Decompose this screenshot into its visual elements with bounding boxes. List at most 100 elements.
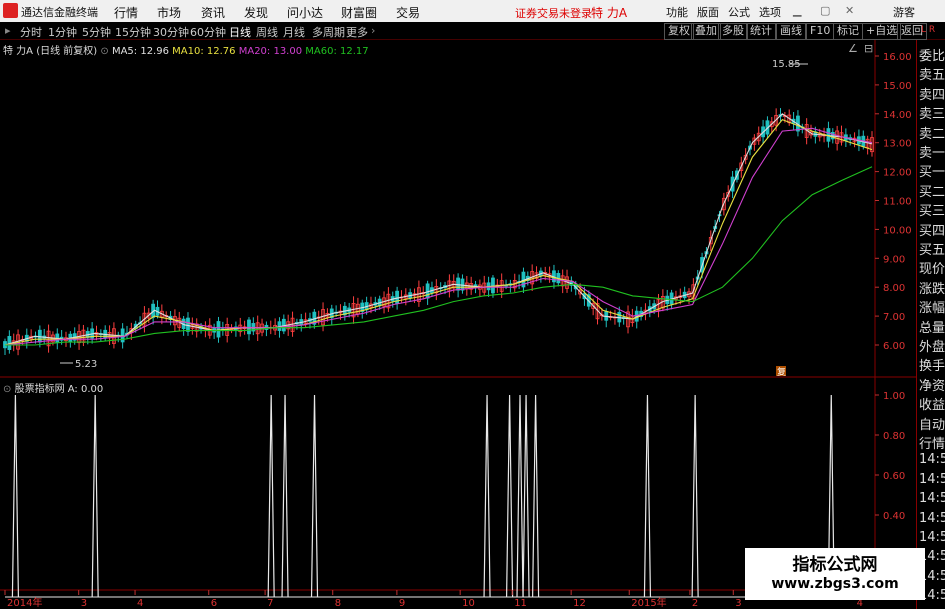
side-panel-item[interactable]: 自动 <box>919 414 945 433</box>
chart-settings-icon[interactable]: ⊙ <box>100 46 108 57</box>
menu-banmian[interactable]: 版面 <box>697 4 719 20</box>
menu-item-caifuquan[interactable]: 财富圈 <box>341 4 377 21</box>
indicator-spike <box>643 394 652 598</box>
candle-body <box>456 277 461 291</box>
time-tick-label: 2 <box>692 598 698 609</box>
chevron-right-icon[interactable]: › <box>371 24 375 37</box>
ma10-label: MA10: 12.76 <box>172 46 236 57</box>
chart-grid <box>0 40 916 591</box>
moving-average-lines <box>4 113 873 346</box>
side-panel-item[interactable]: 卖二 <box>919 123 945 142</box>
period-5min[interactable]: 5分钟 <box>82 24 111 40</box>
watermark-url: www.zbgs3.com <box>771 576 899 592</box>
side-panel-item[interactable]: 外盘 <box>919 336 945 355</box>
side-panel-item[interactable]: 买五 <box>919 239 945 258</box>
side-panel-item[interactable]: 卖五 <box>919 64 945 83</box>
indicator-spike <box>483 394 491 598</box>
price-tick-label: 10.00 <box>883 225 912 236</box>
price-tick-label: 11.00 <box>883 197 912 208</box>
menu-item-wenxiaoda[interactable]: 问小达 <box>287 4 323 21</box>
menu-gongshi[interactable]: 公式 <box>728 4 750 20</box>
side-panel-item[interactable]: 14:5 <box>919 452 945 467</box>
settings-icon[interactable]: ▸ <box>5 24 11 37</box>
side-panel-item[interactable]: 卖一 <box>919 142 945 161</box>
side-panel-item[interactable]: 买四 <box>919 220 945 239</box>
period-30min[interactable]: 30分钟 <box>153 24 189 40</box>
btn-diejia[interactable]: 叠加 <box>691 23 721 40</box>
side-panel-item[interactable]: 买一 <box>919 161 945 180</box>
price-tick-label: 8.00 <box>883 283 905 294</box>
side-panel-item[interactable]: 14:5 <box>919 491 945 506</box>
btn-fuquan[interactable]: 复权 <box>664 23 694 40</box>
menu-item-shichang[interactable]: 市场 <box>157 4 181 21</box>
watermark-title: 指标公式网 <box>792 555 878 575</box>
side-panel-item[interactable]: 委比 <box>919 45 945 64</box>
btn-huaxian[interactable]: 画线 <box>776 23 806 40</box>
period-more[interactable]: 更多 <box>346 24 368 40</box>
period-daily[interactable]: 日线 <box>229 24 251 40</box>
side-panel-item[interactable]: 净资 <box>919 375 945 394</box>
btn-f10[interactable]: F10 <box>806 23 835 40</box>
period-weekly[interactable]: 周线 <box>256 24 278 40</box>
indicator-tick-label: 0.60 <box>883 471 905 482</box>
period-1min[interactable]: 1分钟 <box>48 24 77 40</box>
minimize-icon[interactable]: ▁ <box>793 4 801 17</box>
btn-biaoji[interactable]: 标记 <box>833 23 863 40</box>
stock-name: 特 力A <box>591 6 628 20</box>
price-tick-label: 16.00 <box>883 52 912 63</box>
time-tick-label: 2014年 <box>7 596 42 609</box>
btn-zixuan[interactable]: +自选 <box>862 23 902 40</box>
side-panel-item[interactable]: 现价 <box>919 258 945 277</box>
menu-xuanxiang[interactable]: 选项 <box>759 4 781 20</box>
side-panel-item[interactable]: 卖三 <box>919 103 945 122</box>
menu-item-zixun[interactable]: 资讯 <box>201 4 225 21</box>
period-15min[interactable]: 15分钟 <box>115 24 151 40</box>
indicator-settings-icon[interactable]: ⊙ <box>3 384 11 395</box>
indicator-spike <box>310 394 319 598</box>
menu-item-faxian[interactable]: 发现 <box>244 4 268 21</box>
indicator-spike <box>91 394 99 598</box>
watermark: 指标公式网 www.zbgs3.com <box>745 548 925 600</box>
close-window-icon[interactable]: ✕ <box>845 4 854 17</box>
sub-chart-title: ⊙ 股票指标网 A: 0.00 <box>3 380 103 395</box>
btn-duogu[interactable]: 多股 <box>718 23 748 40</box>
indicator-spike <box>522 394 530 598</box>
indicator-value: A: 0.00 <box>67 384 104 395</box>
side-panel-item[interactable]: 卖四 <box>919 84 945 103</box>
panel-corner[interactable]: L R <box>921 25 935 35</box>
side-panel-item[interactable]: 收益 <box>919 394 945 413</box>
side-panel-item[interactable]: 买三 <box>919 200 945 219</box>
zoom-out-icon[interactable]: ∠ <box>848 42 858 55</box>
candle-body <box>491 277 495 294</box>
stock-chart[interactable]: 16.00 15.00 14.00 13.00 12.00 11.00 10.00 9.00 8… <box>0 40 916 609</box>
side-panel-item[interactable]: 14:5 <box>919 511 945 526</box>
time-axis: 2014年 3 4 6 7 8 9 10 11 12 2015年 2 3 4 <box>4 590 863 609</box>
login-status[interactable]: 证券交易未登录 <box>515 5 592 21</box>
period-monthly[interactable]: 月线 <box>283 24 305 40</box>
side-panel-item[interactable]: 总量 <box>919 317 945 336</box>
time-tick-label: 8 <box>335 598 341 609</box>
time-tick-label: 11 <box>514 598 527 609</box>
maximize-icon[interactable]: ▢ <box>820 4 830 17</box>
time-tick-label: 10 <box>462 598 475 609</box>
indicator-tick-label: 1.00 <box>883 391 905 402</box>
menu-gongneng[interactable]: 功能 <box>666 4 688 20</box>
candle-body <box>216 321 221 338</box>
side-panel-item[interactable]: 行情 <box>919 433 945 452</box>
side-panel-item[interactable]: 涨幅 <box>919 297 945 316</box>
menu-item-hangqing[interactable]: 行情 <box>114 4 138 21</box>
side-panel-item[interactable]: 14:5 <box>919 530 945 545</box>
collapse-icon[interactable]: ⊟ <box>864 42 873 55</box>
menu-item-jiaoyi[interactable]: 交易 <box>396 4 420 21</box>
side-panel-item[interactable]: 涨跌 <box>919 278 945 297</box>
menu-youke[interactable]: 游客 <box>893 4 915 20</box>
side-panel-item[interactable]: 买二 <box>919 181 945 200</box>
period-60min[interactable]: 60分钟 <box>190 24 226 40</box>
period-fenshi[interactable]: 分时 <box>20 24 42 40</box>
side-panel-item[interactable]: 14:5 <box>919 472 945 487</box>
side-panel-item[interactable]: 换手 <box>919 355 945 374</box>
btn-tongji[interactable]: 统计 <box>746 23 776 40</box>
indicator-tick-label: 0.80 <box>883 431 905 442</box>
price-tick-label: 9.00 <box>883 254 905 265</box>
period-multi[interactable]: 多周期 <box>312 24 345 40</box>
